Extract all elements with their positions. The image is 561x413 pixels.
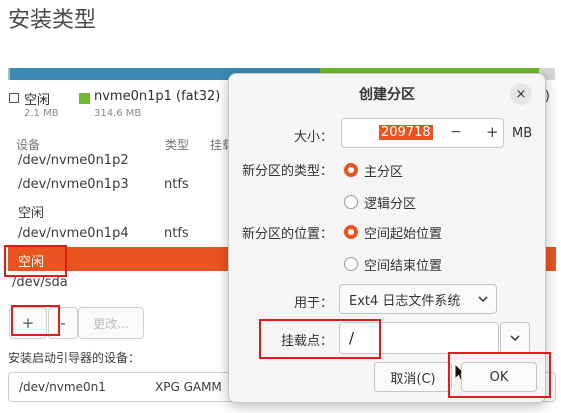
- legend-partition-size: 314.6 MB: [94, 108, 142, 119]
- radio-primary[interactable]: [344, 163, 358, 177]
- size-decrease-button[interactable]: −: [450, 124, 462, 140]
- use-label: 用于：: [293, 296, 333, 311]
- location-end-label[interactable]: 空间结束位置: [364, 255, 442, 274]
- chevron-down-icon: [478, 296, 488, 303]
- free-space-swatch: [9, 93, 19, 103]
- size-unit: MB: [512, 126, 533, 141]
- cancel-button[interactable]: 取消(C): [374, 362, 452, 392]
- location-start-label[interactable]: 空间起始位置: [364, 223, 442, 242]
- legend-partition-name: nvme0n1p1 (fat32): [94, 89, 221, 104]
- row-device: /dev/sda: [12, 275, 68, 290]
- mount-point-dropdown[interactable]: [500, 322, 530, 354]
- dialog-title: 创建分区: [359, 87, 415, 103]
- legend-free-size: 2.1 MB: [24, 108, 59, 119]
- type-label: 新分区的类型：: [241, 164, 333, 179]
- row-type: ntfs: [164, 177, 189, 192]
- close-button[interactable]: ×: [510, 83, 532, 105]
- highlight-add-button: [11, 305, 60, 336]
- bootloader-device: /dev/nvme0n1: [19, 380, 106, 394]
- highlight-mount-point: [259, 319, 381, 359]
- row-type: ntfs: [164, 226, 189, 241]
- filesystem-select[interactable]: Ext4 日志文件系统: [339, 284, 497, 314]
- close-icon: ×: [515, 86, 527, 102]
- filesystem-value: Ext4 日志文件系统: [349, 293, 461, 309]
- row-device: 空闲: [18, 206, 45, 221]
- legend-free-name: 空闲: [24, 93, 51, 108]
- chevron-down-icon: [510, 335, 520, 342]
- size-input[interactable]: 209718: [379, 125, 433, 140]
- row-device: /dev/nvme0n1p2: [18, 153, 129, 168]
- radio-location-start[interactable]: [344, 225, 358, 239]
- size-increase-button[interactable]: +: [486, 123, 499, 141]
- radio-location-end[interactable]: [344, 257, 358, 271]
- size-spinbutton[interactable]: 209718 − +: [341, 118, 504, 148]
- type-logical-label[interactable]: 逻辑分区: [364, 193, 416, 212]
- radio-logical[interactable]: [344, 195, 358, 209]
- type-primary-label[interactable]: 主分区: [364, 161, 403, 180]
- highlight-ok-button: [448, 352, 551, 398]
- row-device: /dev/nvme0n1p3: [18, 177, 129, 192]
- bootloader-label: 安装启动引导器的设备：: [8, 351, 141, 365]
- change-partition-button[interactable]: 更改...: [78, 307, 144, 339]
- page-title: 安装类型: [8, 8, 97, 33]
- highlight-selected-row: [4, 245, 67, 277]
- location-label: 新分区的位置：: [241, 227, 333, 242]
- row-device: /dev/nvme0n1p4: [18, 226, 129, 241]
- bootloader-model: XPG GAMM: [155, 380, 222, 394]
- size-label: 大小：: [293, 130, 333, 145]
- partition-swatch: [79, 93, 90, 104]
